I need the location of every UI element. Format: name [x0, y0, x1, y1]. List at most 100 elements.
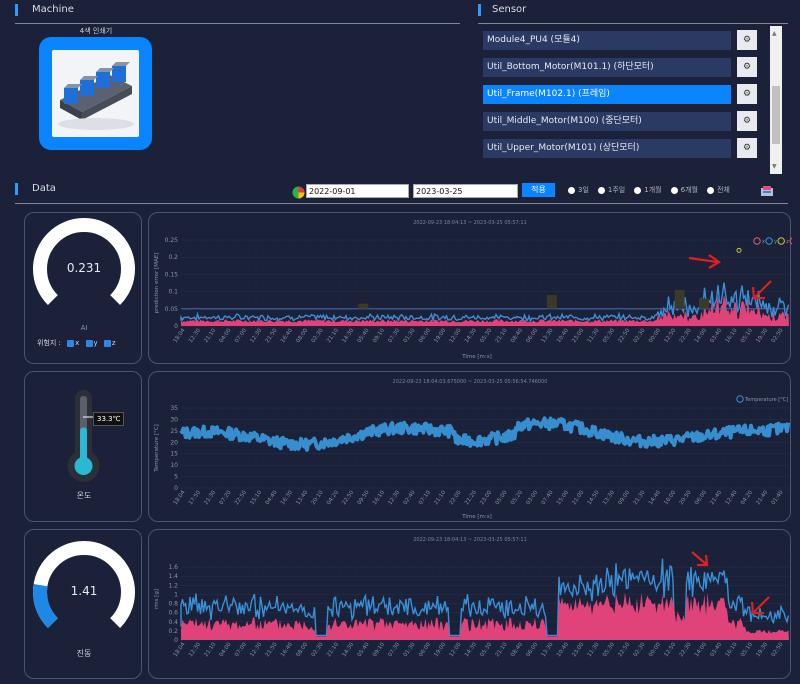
- range-radio[interactable]: 전체: [706, 185, 730, 195]
- machine-image-card[interactable]: [39, 37, 152, 150]
- axis-y-checkbox[interactable]: [85, 339, 93, 347]
- x-tick-label: 19:30: [755, 641, 769, 658]
- x-tick-label: 05:40: [357, 641, 371, 658]
- x-tick-label: 22:30: [679, 327, 693, 344]
- radio-icon[interactable]: [670, 186, 678, 194]
- x-tick-label: 02:40: [403, 489, 417, 506]
- radio-icon[interactable]: [706, 186, 714, 194]
- x-tick-label: 21:40: [755, 489, 769, 506]
- x-tick-label: 21:30: [203, 489, 217, 506]
- x-tick-label: 02:50: [771, 641, 785, 658]
- y-tick-label: 0.15: [165, 271, 179, 278]
- y-tick-label: 25: [170, 428, 178, 435]
- legend-marker[interactable]: [765, 237, 773, 245]
- x-tick-label: 21:10: [326, 641, 340, 658]
- motor-icon[interactable]: ⚙: [736, 137, 758, 159]
- export-icon[interactable]: [760, 183, 774, 196]
- sensor-item-label[interactable]: Module4_PU4 (모듈4): [482, 30, 732, 51]
- x-tick-label: 14:00: [694, 641, 708, 658]
- vibration-gauge-value: 1.41: [70, 584, 98, 598]
- x-tick-label: 23:00: [571, 641, 585, 658]
- scroll-down-icon[interactable]: ▼: [772, 163, 777, 170]
- x-tick-label: 13:40: [295, 489, 309, 506]
- start-date-input[interactable]: [306, 184, 409, 198]
- legend-label[interactable]: z: [786, 239, 789, 245]
- legend-label[interactable]: y: [774, 239, 777, 245]
- x-tick-label: 20:10: [311, 489, 325, 506]
- x-tick-label: 13:30: [541, 327, 555, 344]
- x-tick-label: 14:30: [464, 327, 478, 344]
- red-arrow-annotation: [753, 596, 770, 613]
- x-tick-label: 02:30: [311, 327, 325, 344]
- x-tick-label: 04:20: [740, 489, 754, 506]
- sensor-title: Sensor: [492, 4, 527, 15]
- x-tick-label: 14:50: [587, 489, 601, 506]
- radio-icon[interactable]: [597, 186, 605, 194]
- legend-marker[interactable]: [753, 237, 761, 245]
- temperature-label: 온도: [76, 491, 92, 500]
- sensor-item-label[interactable]: Util_Middle_Motor(M100) (중단모터): [482, 111, 732, 132]
- x-tick-label: 07:00: [234, 641, 248, 658]
- x-tick-label: 12:30: [188, 327, 202, 344]
- sensor-item: Util_Frame(M102.1) (프레임) ⚙: [478, 83, 770, 107]
- axis-z-checkbox[interactable]: [103, 339, 111, 347]
- radio-icon[interactable]: [568, 186, 575, 194]
- range-radio[interactable]: 1주일: [597, 185, 625, 195]
- end-date-input[interactable]: [413, 184, 518, 198]
- series-area-x: [181, 592, 789, 640]
- ai-gauge-value: 0.231: [66, 261, 102, 275]
- motor-icon[interactable]: ⚙: [736, 29, 758, 51]
- range-radio[interactable]: 6개월: [670, 185, 698, 195]
- x-tick-label: 14:00: [694, 327, 708, 344]
- x-tick-label: 21:50: [265, 641, 279, 658]
- x-tick-label: 08:40: [510, 641, 524, 658]
- x-tick-label: 05:30: [479, 641, 493, 658]
- y-tick-label: 1.4: [168, 573, 178, 580]
- legend-label[interactable]: x: [762, 239, 765, 245]
- legend-marker[interactable]: [736, 395, 744, 403]
- sensor-item-label[interactable]: Util_Upper_Motor(M101) (상단모터): [482, 138, 732, 159]
- x-tick-label: 11:30: [587, 327, 601, 344]
- y-tick-label: 0.25: [165, 237, 179, 244]
- legend-marker[interactable]: [777, 237, 785, 245]
- x-tick-label: 06:00: [694, 489, 708, 506]
- x-tick-label: 12:50: [663, 327, 677, 344]
- x-tick-label: 16:40: [280, 641, 294, 658]
- sensor-list: Module4_PU4 (모듈4) ⚙ Util_Bottom_Motor(M101…: [478, 26, 784, 174]
- motor-icon[interactable]: ⚙: [736, 110, 758, 132]
- vibration-gauge-label: 진동: [76, 649, 92, 658]
- x-tick-label: 06:00: [525, 641, 539, 658]
- range-radio[interactable]: 1개월: [634, 185, 662, 195]
- legend-marker[interactable]: [789, 237, 797, 245]
- x-tick-label: 03:00: [525, 489, 539, 506]
- sensor-item: Module4_PU4 (모듈4) ⚙: [478, 29, 770, 53]
- sensor-item-label[interactable]: Util_Bottom_Motor(M101.1) (하단모터): [482, 57, 732, 78]
- x-tick-label: 04:00: [219, 327, 233, 344]
- x-tick-label: 05:00: [495, 489, 509, 506]
- x-axis-label: Time [m:s]: [461, 354, 492, 360]
- sensor-item-label[interactable]: Util_Frame(M102.1) (프레임): [482, 84, 732, 105]
- x-tick-label: 21:20: [464, 489, 478, 506]
- section-bar: [478, 4, 481, 16]
- y-tick-label: 30: [170, 416, 178, 423]
- x-tick-label: 12:40: [725, 489, 739, 506]
- temperature-panel: 33.3℃ 온도: [24, 371, 142, 522]
- scrollbar-thumb[interactable]: [772, 86, 780, 144]
- scroll-up-icon[interactable]: ▲: [772, 30, 777, 37]
- range-radio[interactable]: 3일: [568, 185, 589, 195]
- y-tick-label: 1.2: [168, 582, 178, 589]
- gap-marker: [546, 295, 557, 309]
- x-tick-label: 12:50: [663, 641, 677, 658]
- axis-x-checkbox[interactable]: [67, 339, 75, 347]
- x-tick-label: 19:00: [433, 327, 447, 344]
- x-tick-label: 07:30: [387, 327, 401, 344]
- motor-icon[interactable]: ⚙: [736, 83, 758, 105]
- x-tick-label: 22:50: [341, 489, 355, 506]
- calendar-pie-icon[interactable]: [292, 184, 305, 199]
- sensor-scrollbar[interactable]: ▲ ▼: [770, 26, 782, 174]
- motor-icon[interactable]: ⚙: [736, 56, 758, 78]
- radio-icon[interactable]: [634, 186, 642, 194]
- y-tick-label: 0: [174, 323, 178, 330]
- legend-label[interactable]: Temperature [°C]: [744, 397, 788, 403]
- apply-button[interactable]: 적용: [522, 183, 555, 197]
